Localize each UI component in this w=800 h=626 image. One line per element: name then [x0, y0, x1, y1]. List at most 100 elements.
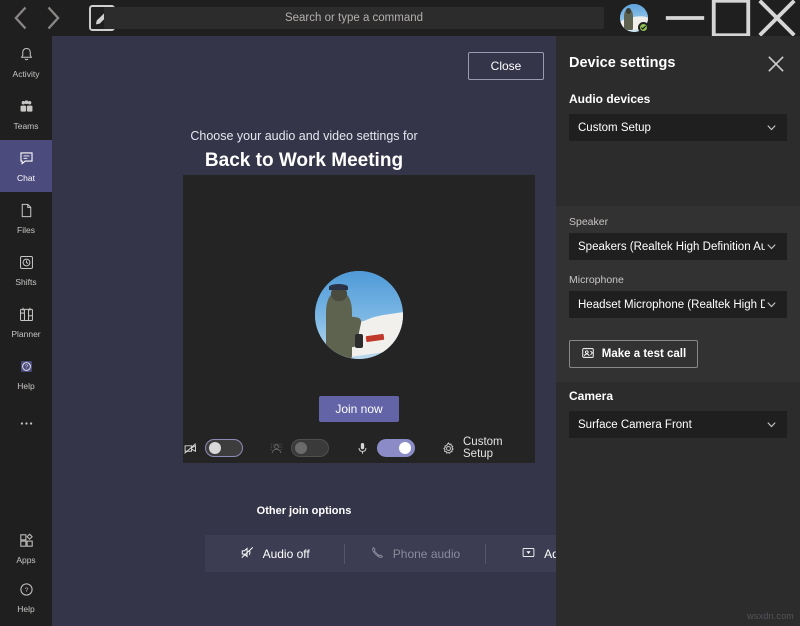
preview-avatar	[315, 271, 403, 359]
watermark: wsxdn.com	[747, 611, 794, 621]
search-input[interactable]: Search or type a command	[104, 7, 604, 29]
join-option-phone-audio[interactable]: Phone audio	[345, 535, 484, 572]
speaker-label: Speaker	[569, 216, 609, 228]
maximize-button[interactable]	[708, 0, 754, 38]
bell-icon	[18, 46, 35, 68]
sidebar-item-chat[interactable]: Chat	[0, 140, 52, 192]
device-settings-header: Device settings	[556, 36, 800, 92]
background-blur-control	[269, 439, 329, 457]
camera-select[interactable]: Surface Camera Front	[569, 411, 787, 438]
left-rail: Activity Teams Chat Files Shifts Planner…	[0, 36, 52, 626]
sidebar-item-label: Activity	[12, 68, 40, 79]
prejoin-controls: Custom Setup	[183, 433, 535, 463]
gear-icon	[441, 441, 456, 456]
forward-button[interactable]	[38, 4, 66, 32]
sidebar-item-shifts[interactable]: Shifts	[0, 244, 52, 296]
status-badge	[638, 22, 649, 33]
avatar[interactable]	[620, 4, 649, 33]
sidebar-item-planner[interactable]: Planner	[0, 296, 52, 348]
microphone-icon	[355, 441, 370, 456]
prejoin-subtitle: Choose your audio and video settings for	[190, 129, 418, 143]
background-blur-toggle[interactable]	[291, 439, 329, 457]
chat-icon	[18, 150, 35, 172]
help-circle-icon: ?	[18, 358, 35, 380]
join-option-audio-off[interactable]: Audio off	[205, 535, 344, 572]
sidebar-item-activity[interactable]: Activity	[0, 36, 52, 88]
video-preview-panel[interactable]: Join now Custom Setup	[183, 175, 535, 463]
sidebar-item-teams[interactable]: Teams	[0, 88, 52, 140]
make-test-call-label: Make a test call	[601, 348, 687, 360]
microphone-label: Microphone	[569, 274, 624, 286]
sidebar-item-label: Apps	[16, 554, 36, 565]
test-call-icon	[581, 346, 595, 363]
camera-section: Camera Surface Camera Front	[556, 389, 800, 438]
make-test-call-button[interactable]: Make a test call	[569, 340, 698, 368]
close-icon[interactable]	[766, 54, 786, 74]
more-ellipsis-icon	[18, 415, 35, 437]
planner-icon	[18, 306, 35, 328]
people-icon	[18, 98, 35, 120]
chevron-down-icon	[765, 298, 778, 311]
speaker-microphone-section: Speaker Speakers (Realtek High Definitio…	[556, 206, 800, 382]
chevron-down-icon	[765, 121, 778, 134]
help-circle-icon: ?	[18, 581, 35, 603]
search-placeholder: Search or type a command	[284, 12, 424, 24]
device-settings-panel: Device settings Audio devices Custom Set…	[556, 36, 800, 626]
sidebar-item-files[interactable]: Files	[0, 192, 52, 244]
join-now-button[interactable]: Join now	[319, 396, 399, 422]
sidebar-item-more[interactable]	[0, 400, 52, 452]
sidebar-item-label: Teams	[13, 120, 39, 131]
back-button[interactable]	[8, 4, 36, 32]
sidebar-item-label: Help	[17, 603, 35, 614]
microphone-control	[355, 439, 415, 457]
chevron-down-icon	[765, 240, 778, 253]
sidebar-item-label: Help	[17, 380, 35, 391]
camera-toggle[interactable]	[205, 439, 243, 457]
audio-devices-value: Custom Setup	[578, 121, 651, 134]
prejoin-stage: Close Choose your audio and video settin…	[52, 36, 625, 626]
sidebar-item-label: Planner	[11, 328, 41, 339]
camera-label: Camera	[569, 389, 614, 403]
speaker-mute-icon	[240, 545, 255, 563]
title-bar: Search or type a command	[0, 0, 800, 38]
file-icon	[18, 202, 35, 224]
microphone-toggle[interactable]	[377, 439, 415, 457]
device-settings-button[interactable]: Custom Setup	[441, 436, 535, 460]
device-settings-label: Custom Setup	[463, 436, 503, 460]
sidebar-item-apps[interactable]: Apps	[0, 522, 52, 574]
add-room-icon	[521, 545, 536, 563]
join-option-label: Phone audio	[392, 546, 461, 561]
audio-devices-select[interactable]: Custom Setup	[569, 114, 787, 141]
close-button[interactable]: Close	[468, 52, 544, 80]
phone-icon	[370, 545, 385, 563]
camera-control	[183, 439, 243, 457]
speaker-select[interactable]: Speakers (Realtek High Definition Au...	[569, 233, 787, 260]
sidebar-item-help-bottom[interactable]: ? Help	[0, 574, 52, 626]
background-blur-icon	[269, 441, 284, 456]
page-title: Back to Work Meeting	[204, 150, 404, 171]
svg-text:?: ?	[24, 587, 28, 594]
clock-icon	[18, 254, 35, 276]
minimize-button[interactable]	[662, 0, 708, 36]
camera-off-icon	[183, 441, 198, 456]
teams-window: Search or type a command Activity Teams …	[0, 0, 800, 626]
microphone-value: Headset Microphone (Realtek High D...	[578, 298, 765, 311]
svg-text:?: ?	[24, 364, 27, 370]
device-settings-title: Device settings	[569, 55, 676, 71]
chevron-down-icon	[765, 418, 778, 431]
join-option-label: Audio off	[262, 546, 310, 561]
audio-devices-label: Audio devices	[569, 92, 651, 106]
audio-devices-section: Audio devices Custom Setup	[556, 92, 800, 141]
window-controls-group	[620, 0, 800, 38]
camera-value: Surface Camera Front	[578, 418, 692, 431]
microphone-select[interactable]: Headset Microphone (Realtek High D...	[569, 291, 787, 318]
sidebar-item-label: Shifts	[15, 276, 37, 287]
other-join-options-label: Other join options	[256, 505, 352, 517]
sidebar-item-label: Files	[17, 224, 35, 235]
sidebar-item-help[interactable]: ? Help	[0, 348, 52, 400]
close-window-button[interactable]	[754, 0, 800, 37]
apps-icon	[18, 532, 35, 554]
sidebar-item-label: Chat	[17, 172, 35, 183]
navigation-arrows	[8, 4, 66, 32]
speaker-value: Speakers (Realtek High Definition Au...	[578, 240, 765, 253]
